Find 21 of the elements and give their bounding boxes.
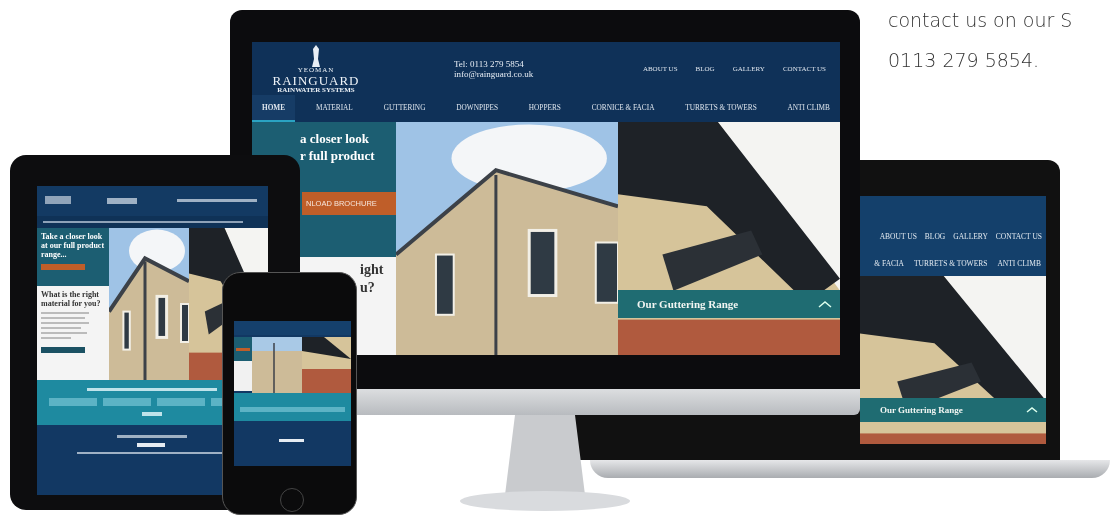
- chevron-up-icon: [818, 299, 832, 309]
- promo-heading: r full product: [300, 147, 376, 164]
- chevron-up-icon: [1026, 406, 1038, 414]
- info-heading: u?: [360, 279, 376, 297]
- phone-number: Tel: 0113 279 5854: [454, 59, 525, 69]
- info-heading: ight: [360, 261, 385, 279]
- logo-text: RAINGUARD: [272, 73, 360, 87]
- material-button[interactable]: [41, 347, 85, 353]
- range-banner[interactable]: Our Guttering Range: [618, 290, 840, 318]
- download-button[interactable]: [41, 264, 85, 270]
- banner-title: Our Guttering Range: [637, 298, 739, 310]
- text-lines-drawing: [41, 312, 89, 339]
- banner-title: Our Guttering Range: [880, 405, 963, 415]
- body-text: contact us on our S: [888, 8, 1073, 33]
- info-heading: What is the right material for you?: [41, 290, 102, 308]
- range-banner[interactable]: Our Guttering Range: [860, 398, 1046, 422]
- body-text: 0113 279 5854.: [888, 48, 1041, 73]
- promo-heading: a closer look: [300, 130, 371, 147]
- figure-icon: [310, 44, 322, 67]
- promo-heading: Take a closer look at our full product range...: [41, 232, 106, 259]
- email-link[interactable]: info@rainguard.co.uk: [454, 69, 534, 79]
